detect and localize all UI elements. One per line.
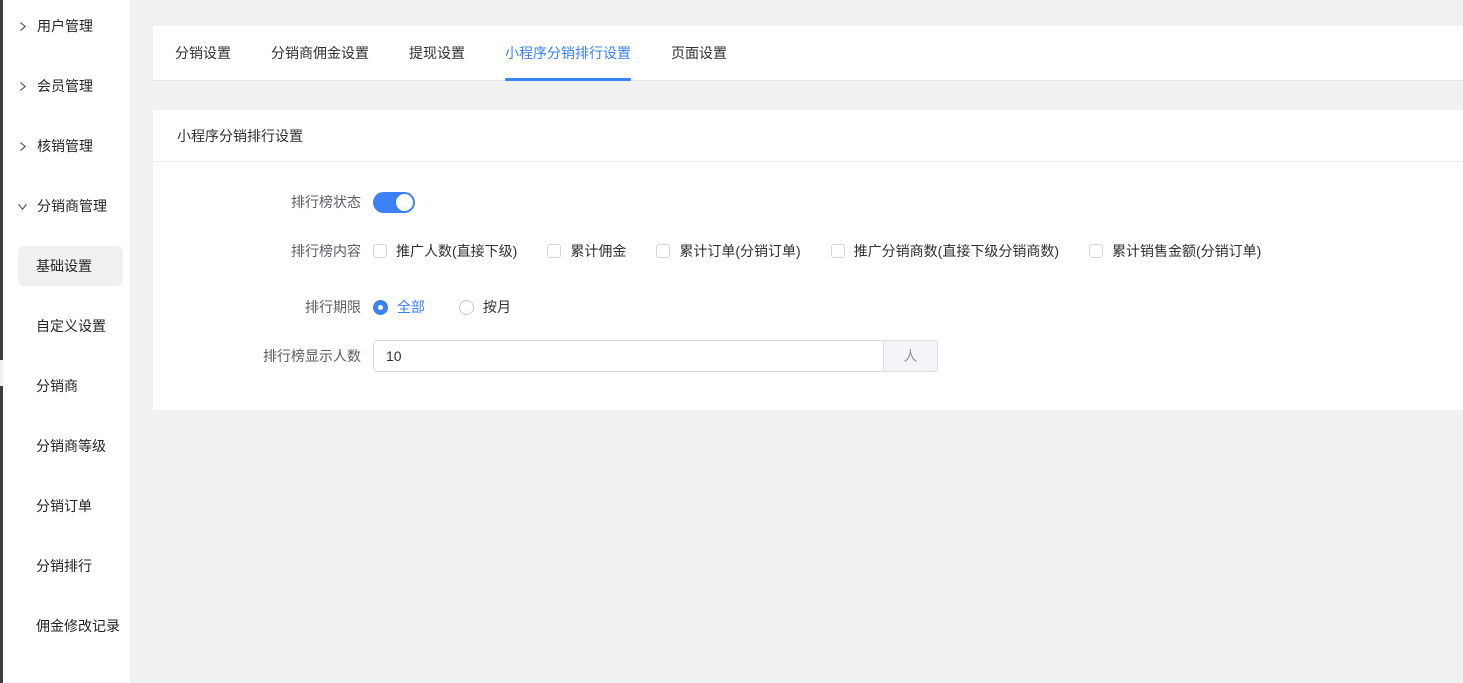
- ranking-display-count-label: 排行榜显示人数: [263, 348, 361, 364]
- sidebar-item-distributor-levels[interactable]: 分销商等级: [3, 426, 130, 466]
- tab-label: 页面设置: [671, 45, 727, 61]
- tab-label: 分销商佣金设置: [271, 45, 369, 61]
- chevron-right-icon: [16, 80, 28, 92]
- sidebar-group-user-management[interactable]: 用户管理: [3, 6, 130, 46]
- radio-unselected-icon: [459, 299, 474, 315]
- tab-distribution-settings[interactable]: 分销设置: [175, 26, 231, 80]
- sidebar-item-distribution-ranking[interactable]: 分销排行: [3, 546, 130, 586]
- ranking-period-row: 排行期限 全部 按月: [153, 287, 1463, 327]
- tab-label: 分销设置: [175, 45, 231, 61]
- sidebar-group-label: 分销商管理: [37, 198, 107, 214]
- tab-distributor-commission-settings[interactable]: 分销商佣金设置: [271, 26, 369, 80]
- sidebar-group-verification-management[interactable]: 核销管理: [3, 126, 130, 166]
- ranking-settings-panel: 小程序分销排行设置 排行榜状态 排行榜内容 推广人数(直接下级) 累计佣金 累计…: [153, 110, 1463, 410]
- sidebar-group-label: 会员管理: [37, 78, 93, 94]
- settings-tabbar: 分销设置 分销商佣金设置 提现设置 小程序分销排行设置 页面设置: [153, 26, 1463, 81]
- sidebar-item-label: 佣金修改记录: [36, 618, 120, 634]
- tab-label: 提现设置: [409, 45, 465, 61]
- sidebar: 用户管理 会员管理 核销管理 分销商管理 基础设置 自定义设置 分销商 分销商等…: [3, 0, 131, 683]
- checkbox-total-orders[interactable]: 累计订单(分销订单): [656, 241, 801, 261]
- tab-page-settings[interactable]: 页面设置: [671, 26, 727, 80]
- sidebar-group-distributor-management[interactable]: 分销商管理: [3, 186, 130, 226]
- checkbox-icon: [656, 244, 671, 258]
- ranking-status-label: 排行榜状态: [291, 194, 361, 210]
- ranking-status-row: 排行榜状态: [153, 182, 1463, 222]
- ranking-display-count-row: 排行榜显示人数 人: [153, 336, 1463, 376]
- admin-app: 用户管理 会员管理 核销管理 分销商管理 基础设置 自定义设置 分销商 分销商等…: [0, 0, 1463, 683]
- sidebar-item-distribution-orders[interactable]: 分销订单: [3, 486, 130, 526]
- radio-period-monthly[interactable]: 按月: [459, 297, 511, 317]
- checkbox-icon: [1088, 244, 1103, 258]
- left-edge-strip-top: [0, 0, 3, 360]
- sidebar-item-custom-settings[interactable]: 自定义设置: [3, 306, 130, 346]
- sidebar-item-label: 分销商等级: [36, 438, 106, 454]
- checkbox-icon: [830, 244, 845, 258]
- sidebar-group-member-management[interactable]: 会员管理: [3, 66, 130, 106]
- tab-withdrawal-settings[interactable]: 提现设置: [409, 26, 465, 80]
- chevron-down-icon: [16, 200, 28, 212]
- checkbox-icon: [547, 244, 562, 258]
- display-count-unit: 人: [884, 340, 938, 372]
- chevron-right-icon: [16, 20, 28, 32]
- panel-title: 小程序分销排行设置: [153, 110, 1463, 162]
- tab-miniprogram-ranking-settings[interactable]: 小程序分销排行设置: [505, 26, 631, 81]
- sidebar-item-basic-settings[interactable]: 基础设置: [18, 246, 123, 286]
- sidebar-item-commission-change-log[interactable]: 佣金修改记录: [3, 606, 130, 646]
- sidebar-item-label: 基础设置: [36, 258, 92, 274]
- ranking-content-label: 排行榜内容: [291, 243, 361, 259]
- ranking-status-toggle[interactable]: [373, 191, 415, 213]
- sidebar-item-label: 分销商: [36, 378, 78, 394]
- sidebar-item-distributors[interactable]: 分销商: [3, 366, 130, 406]
- sidebar-group-label: 核销管理: [37, 138, 93, 154]
- sidebar-item-label: 分销订单: [36, 498, 92, 514]
- checkbox-total-commission[interactable]: 累计佣金: [547, 241, 626, 261]
- checkbox-icon: [373, 244, 387, 258]
- radio-dot: [378, 304, 383, 310]
- checkbox-promoted-users[interactable]: 推广人数(直接下级): [373, 241, 517, 261]
- chevron-right-icon: [16, 140, 28, 152]
- radio-selected-icon: [373, 299, 388, 315]
- radio-period-all[interactable]: 全部: [373, 297, 425, 317]
- left-edge-strip-bottom: [0, 386, 3, 683]
- toggle-knob: [396, 193, 413, 211]
- checkbox-promoted-distributors[interactable]: 推广分销商数(直接下级分销商数): [830, 241, 1059, 261]
- sidebar-group-label: 用户管理: [37, 18, 93, 34]
- ranking-period-label: 排行期限: [305, 299, 361, 315]
- sidebar-item-label: 自定义设置: [36, 318, 106, 334]
- display-count-input-group: 人: [373, 340, 938, 372]
- display-count-input[interactable]: [373, 340, 884, 372]
- ranking-content-row: 排行榜内容 推广人数(直接下级) 累计佣金 累计订单(分销订单) 推广分销商数(…: [153, 231, 1463, 271]
- checkbox-total-sales-amount[interactable]: 累计销售金额(分销订单): [1088, 241, 1261, 261]
- tab-label: 小程序分销排行设置: [505, 45, 631, 61]
- sidebar-item-label: 分销排行: [36, 558, 92, 574]
